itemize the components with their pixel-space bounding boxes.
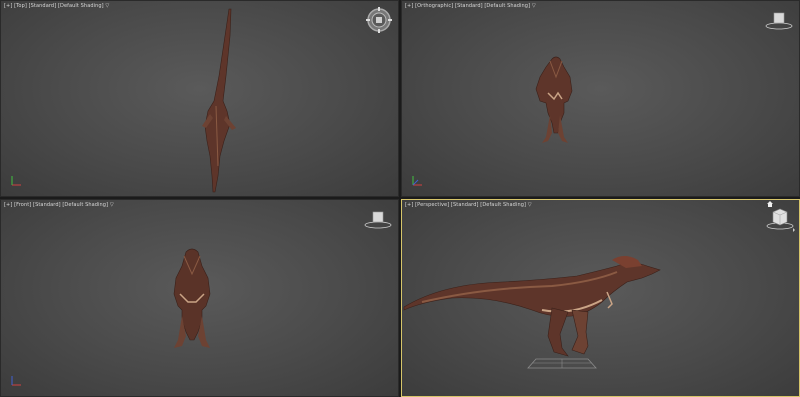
viewport-top-label[interactable]: [+] [Top] [Standard] [Default Shading] ▽ bbox=[4, 3, 109, 9]
viewport-ortho-label[interactable]: [+] [Orthographic] [Standard] [Default S… bbox=[405, 3, 536, 9]
viewport-front[interactable]: [+] [Front] [Standard] [Default Shading]… bbox=[0, 199, 399, 397]
viewport-grid: [+] [Top] [Standard] [Default Shading] ▽… bbox=[0, 0, 800, 397]
dinosaur-ortho-view[interactable] bbox=[530, 53, 580, 149]
axis-tripod-icon bbox=[412, 176, 422, 186]
home-icon[interactable] bbox=[767, 201, 773, 207]
dinosaur-front-view[interactable] bbox=[164, 244, 220, 356]
viewcube-icon[interactable] bbox=[765, 11, 793, 31]
steering-wheel-icon[interactable] bbox=[366, 7, 392, 33]
viewport-persp-label[interactable]: [+] [Perspective] [Standard] [Default Sh… bbox=[405, 202, 532, 208]
dinosaur-top-view[interactable] bbox=[196, 6, 241, 194]
viewport-front-label[interactable]: [+] [Front] [Standard] [Default Shading]… bbox=[4, 202, 114, 208]
axis-tripod-icon bbox=[11, 376, 21, 386]
axis-tripod-icon bbox=[11, 176, 21, 186]
viewcube-icon[interactable] bbox=[364, 210, 392, 230]
viewport-perspective[interactable]: [+] [Perspective] [Standard] [Default Sh… bbox=[401, 199, 800, 397]
dinosaur-perspective-view[interactable] bbox=[402, 252, 667, 372]
viewport-orthographic[interactable]: [+] [Orthographic] [Standard] [Default S… bbox=[401, 0, 800, 197]
viewport-top[interactable]: [+] [Top] [Standard] [Default Shading] ▽ bbox=[0, 0, 399, 197]
